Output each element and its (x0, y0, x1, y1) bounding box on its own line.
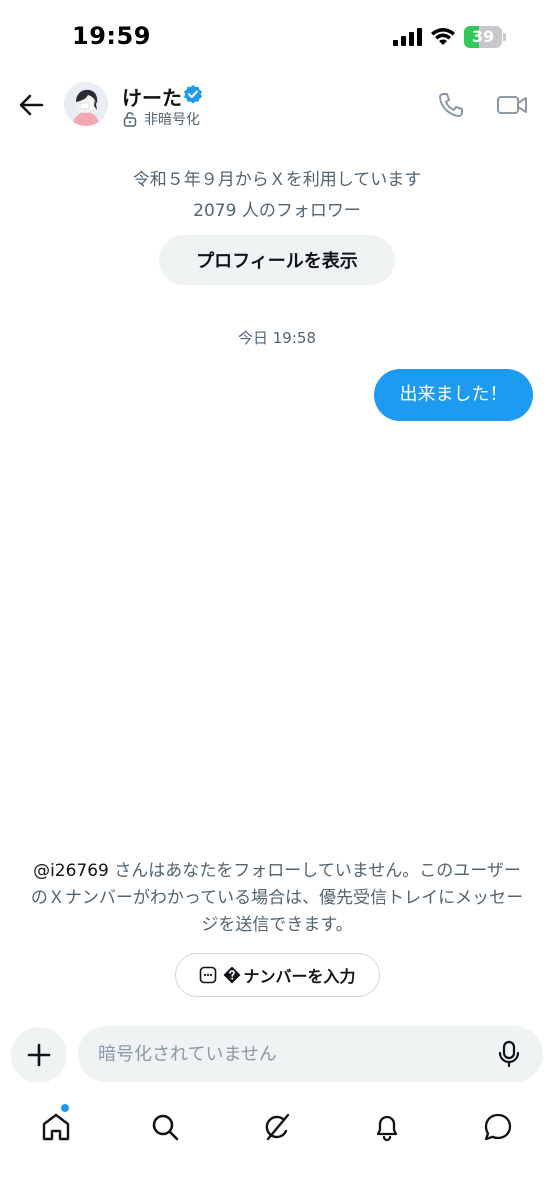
not-following-notice: @i26769 さんはあなたをフォローしていません。このユーザーのＸナンバーがわ… (28, 858, 526, 939)
plus-icon (27, 1043, 51, 1067)
cellular-signal-icon (393, 28, 422, 46)
messages-icon[interactable] (481, 1110, 515, 1144)
show-profile-button[interactable]: プロフィールを表示 (159, 235, 395, 285)
message-timestamp: 今日 19:58 (238, 329, 316, 347)
enter-number-label: ナンバーを入力 (243, 967, 356, 986)
status-bar: 19:59 39 (0, 0, 554, 74)
home-notification-dot (61, 1104, 69, 1112)
joined-date-text: 令和５年９月からＸを利用しています (132, 170, 422, 190)
enter-number-button[interactable]: ナンバーを入力 (175, 953, 380, 997)
notice-handle[interactable]: @i26769 (33, 861, 109, 881)
encryption-label: 非暗号化 (144, 112, 200, 128)
grok-icon[interactable] (260, 1110, 294, 1144)
home-icon[interactable] (39, 1110, 73, 1144)
video-camera-icon[interactable] (496, 91, 528, 119)
phone-icon[interactable] (436, 90, 466, 120)
encryption-status: 非暗号化 (122, 110, 200, 128)
number-pad-icon (200, 966, 217, 984)
sent-message-bubble[interactable]: 出来ました！ (374, 369, 533, 421)
microphone-icon[interactable] (494, 1039, 524, 1069)
avatar-illustration-icon (64, 82, 108, 126)
conversation-header: けーた 非暗号化 (0, 74, 554, 136)
notifications-bell-icon[interactable] (370, 1110, 404, 1144)
battery-cap (503, 33, 506, 41)
unlock-icon (123, 112, 137, 127)
back-arrow-icon[interactable] (14, 88, 48, 122)
battery-percentage: 39 (471, 27, 495, 46)
search-icon[interactable] (148, 1110, 182, 1144)
verified-badge-icon (184, 85, 202, 104)
add-attachment-button[interactable] (11, 1027, 67, 1083)
battery-charging-icon: 39 (464, 26, 506, 48)
message-input[interactable] (98, 1026, 478, 1082)
contact-name[interactable]: けーた (122, 82, 182, 111)
question-diamond-icon (223, 966, 241, 984)
status-time: 19:59 (72, 22, 151, 50)
wifi-icon (431, 28, 455, 45)
battery-body: 39 (464, 26, 502, 48)
follower-count-text: 2079 人のフォロワー (193, 201, 361, 221)
avatar[interactable] (64, 82, 108, 126)
bottom-navigation (0, 1100, 554, 1156)
message-composer (78, 1026, 543, 1082)
